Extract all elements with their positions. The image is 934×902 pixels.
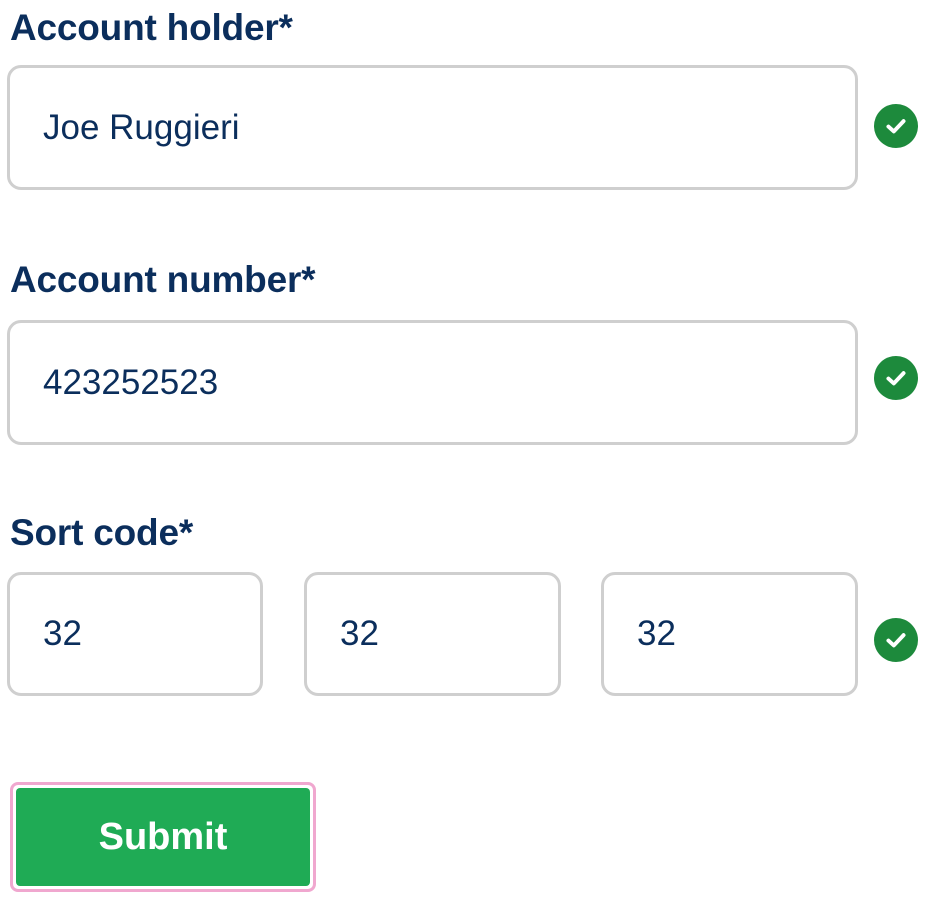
sort-code-input-3[interactable] (604, 575, 855, 693)
account-number-label: Account number* (10, 259, 316, 300)
sort-code-field-1[interactable] (7, 572, 263, 696)
check-circle-icon (874, 356, 918, 400)
submit-focus-ring: Submit (10, 782, 316, 892)
account-holder-field[interactable] (7, 65, 858, 190)
sort-code-input-2[interactable] (307, 575, 558, 693)
account-holder-input[interactable] (10, 68, 855, 187)
check-circle-icon (874, 618, 918, 662)
sort-code-input-1[interactable] (10, 575, 260, 693)
sort-code-field-2[interactable] (304, 572, 561, 696)
submit-button[interactable]: Submit (16, 788, 310, 886)
sort-code-field-3[interactable] (601, 572, 858, 696)
account-number-field[interactable] (7, 320, 858, 445)
check-circle-icon (874, 104, 918, 148)
account-number-input[interactable] (10, 323, 855, 442)
account-holder-label: Account holder* (10, 7, 293, 48)
sort-code-label: Sort code* (10, 512, 194, 553)
